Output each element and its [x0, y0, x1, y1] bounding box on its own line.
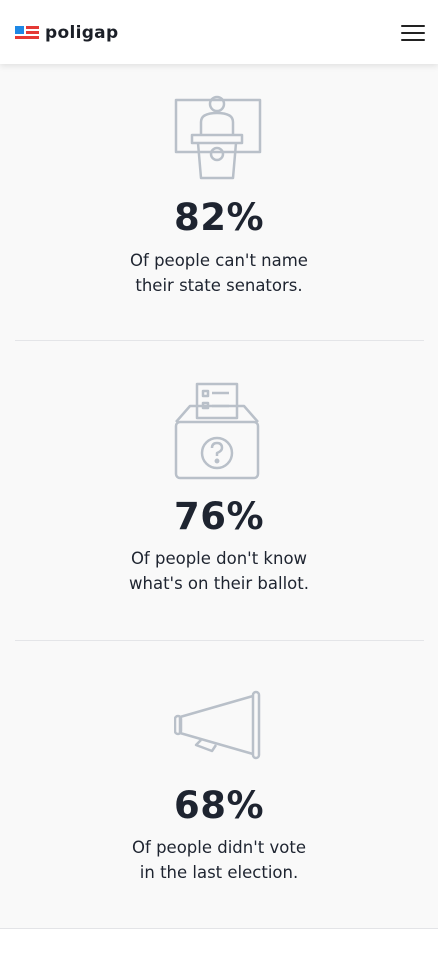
stat-card-senators: 82% Of people can't name their state sen… — [0, 95, 438, 298]
stat-card-voting: 68% Of people didn't vote in the last el… — [0, 690, 438, 885]
site-header: poligap — [0, 0, 438, 64]
section-divider — [15, 340, 424, 341]
stat-description-line: what's on their ballot. — [129, 574, 309, 593]
stat-value: 68% — [173, 784, 265, 827]
stat-description: Of people can't name their state senator… — [89, 248, 349, 298]
ballot-box-icon — [174, 382, 260, 480]
stat-description: Of people didn't vote in the last electi… — [89, 835, 349, 885]
stat-description-line: Of people didn't vote — [132, 838, 306, 857]
stat-description-line: in the last election. — [139, 863, 299, 882]
stat-value: 82% — [173, 196, 265, 239]
stat-description-line: their state senators. — [135, 276, 303, 295]
page-footer — [0, 928, 438, 953]
stat-description-line: Of people don't know — [130, 549, 308, 568]
stat-value: 76% — [173, 495, 265, 538]
stat-description-line: Of people can't name — [130, 251, 308, 270]
megaphone-icon — [174, 690, 261, 760]
section-divider — [15, 640, 424, 641]
stat-description: Of people don't know what's on their bal… — [89, 546, 349, 596]
hamburger-menu-icon[interactable] — [401, 24, 425, 42]
stat-card-ballot: 76% Of people don't know what's on their… — [0, 382, 438, 596]
brand-name: poligap — [45, 23, 119, 43]
flag-logo-icon — [15, 25, 39, 41]
podium-icon — [174, 95, 262, 180]
poligap-logo[interactable]: poligap — [15, 22, 118, 44]
